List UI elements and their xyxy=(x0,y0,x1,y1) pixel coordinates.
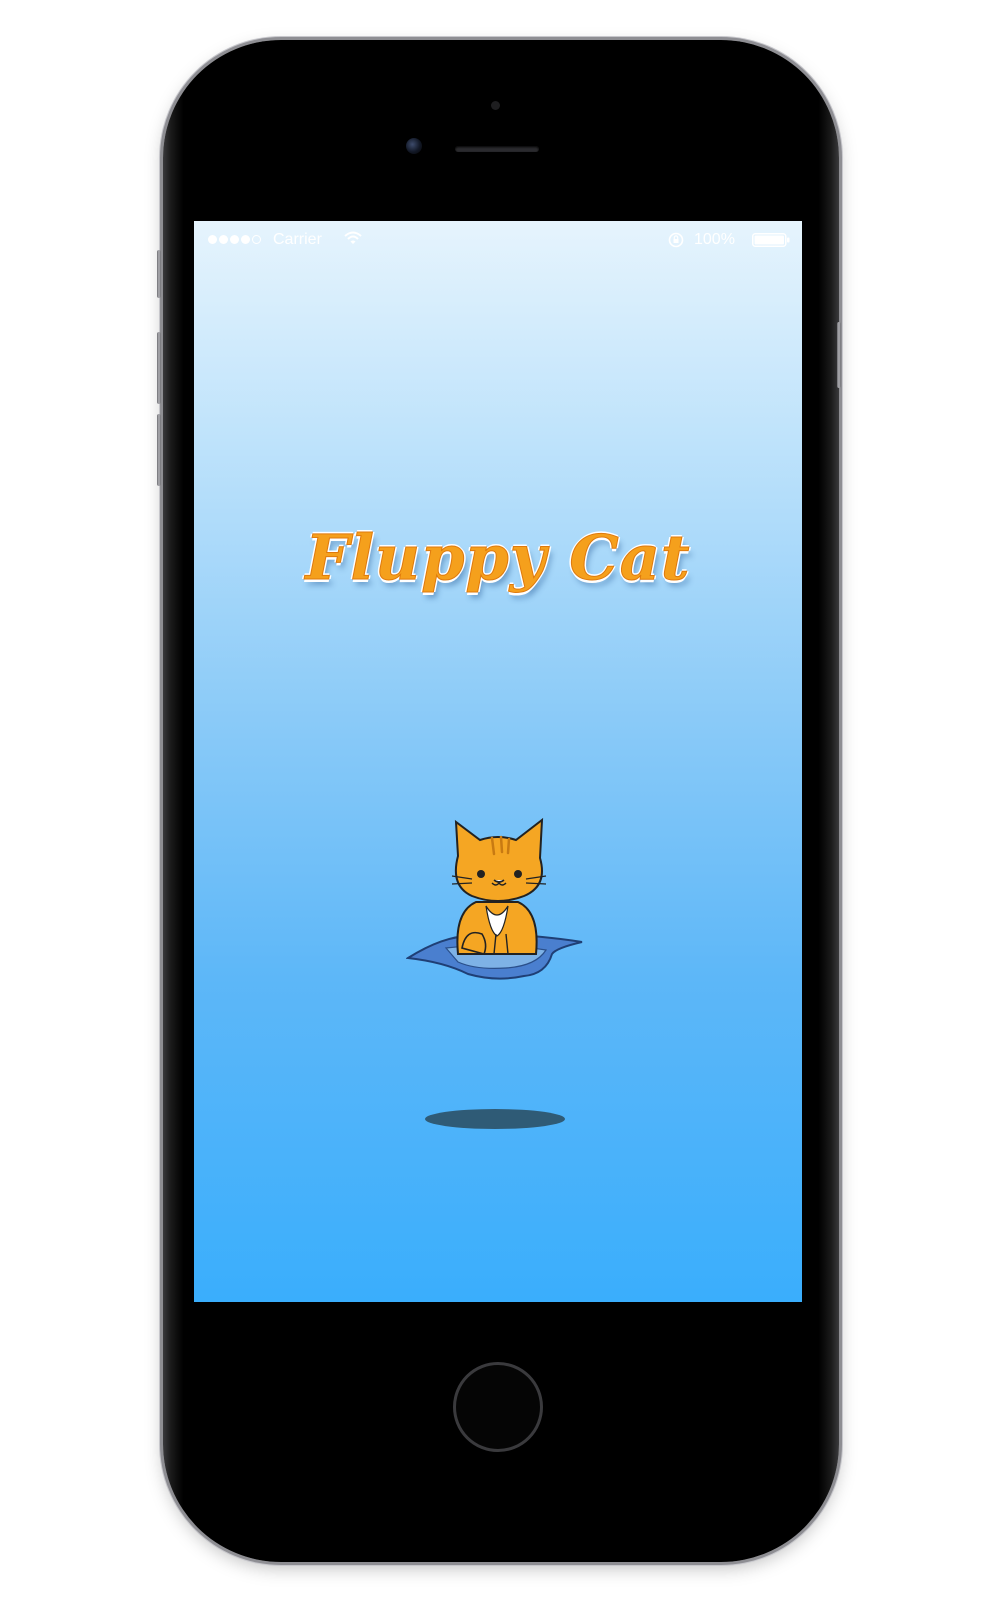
cat-shadow xyxy=(425,1109,565,1129)
battery-percentage: 100% xyxy=(694,231,735,248)
mute-switch[interactable] xyxy=(157,250,161,298)
app-screen[interactable]: Carrier 100% Fluppy Cat xyxy=(194,221,802,1302)
earpiece-speaker xyxy=(455,146,539,152)
game-title: Fluppy Cat xyxy=(305,521,691,595)
wifi-icon xyxy=(344,231,362,244)
signal-dots-icon xyxy=(208,235,261,245)
status-bar: Carrier 100% xyxy=(194,221,802,257)
volume-down-button[interactable] xyxy=(157,414,161,486)
proximity-sensor xyxy=(491,101,500,110)
phone-body: Carrier 100% Fluppy Cat xyxy=(157,40,841,1562)
front-camera xyxy=(406,138,422,154)
volume-up-button[interactable] xyxy=(157,332,161,404)
cat-on-cushion-icon[interactable] xyxy=(406,816,586,991)
carrier-name: Carrier xyxy=(273,231,322,248)
power-button[interactable] xyxy=(837,322,841,388)
device-mockup: Carrier 100% Fluppy Cat xyxy=(0,0,1000,1600)
orientation-lock-icon xyxy=(668,232,684,248)
battery-icon xyxy=(752,233,790,247)
home-button[interactable] xyxy=(453,1362,543,1452)
